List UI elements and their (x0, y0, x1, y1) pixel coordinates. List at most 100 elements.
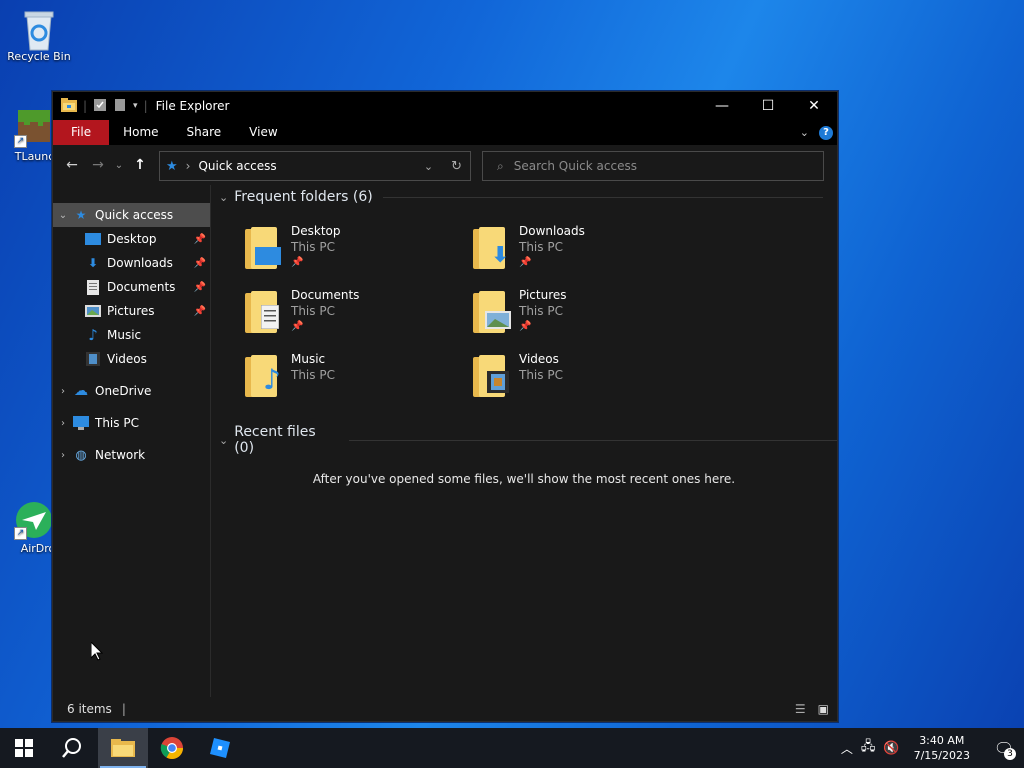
details-view-icon[interactable]: ☰ (795, 702, 806, 716)
close-button[interactable]: ✕ (791, 92, 837, 120)
nav-item-label: This PC (95, 416, 139, 430)
address-dropdown-icon[interactable]: ⌄ (424, 160, 433, 173)
nav-item-desktop[interactable]: Desktop 📌 (53, 227, 210, 251)
nav-item-onedrive[interactable]: › ☁ OneDrive (53, 379, 210, 403)
taskbar: ︿ 🖧 🔇 3:40 AM 7/15/2023 🗨 3 (0, 728, 1024, 768)
folder-tile-music[interactable]: ♪ Music This PC (211, 349, 439, 409)
network-icon[interactable]: 🖧 (861, 737, 876, 759)
tab-home[interactable]: Home (109, 120, 172, 145)
volume-muted-icon[interactable]: 🔇 (883, 741, 899, 756)
documents-folder-icon (245, 291, 285, 335)
taskbar-roblox-studio[interactable] (196, 728, 244, 768)
search-icon (62, 738, 81, 758)
folder-tile-pictures[interactable]: Pictures This PC 📌 (439, 285, 667, 345)
tab-view[interactable]: View (235, 120, 291, 145)
this-pc-monitor-icon (73, 415, 89, 431)
search-input[interactable]: Search Quick access (514, 159, 637, 173)
nav-item-documents[interactable]: Documents 📌 (53, 275, 210, 299)
mouse-cursor-icon (91, 642, 103, 661)
nav-item-videos[interactable]: Videos (53, 347, 210, 371)
quick-access-star-icon: ★ (166, 158, 178, 174)
chevron-right-icon[interactable]: › (53, 418, 73, 429)
recent-files-empty-message: After you've opened some files, we'll sh… (312, 472, 736, 486)
folder-tile-documents[interactable]: Documents This PC 📌 (211, 285, 439, 345)
up-button[interactable]: ↑ (127, 153, 153, 177)
folder-location: This PC (291, 304, 335, 318)
pin-icon[interactable]: 📌 (194, 234, 206, 245)
search-button[interactable] (48, 728, 96, 768)
taskbar-file-explorer[interactable] (98, 728, 148, 768)
pin-icon: 📌 (291, 257, 304, 268)
minimize-button[interactable]: — (699, 92, 745, 120)
recent-files-header[interactable]: ⌄ Recent files (0) (219, 424, 837, 456)
recent-locations-button[interactable]: ⌄ (111, 153, 127, 177)
folder-tile-desktop[interactable]: Desktop This PC 📌 (211, 221, 439, 281)
chevron-down-icon: ⌄ (219, 433, 229, 447)
system-tray: ︿ 🖧 🔇 3:40 AM 7/15/2023 🗨 3 (841, 728, 1024, 768)
tab-share[interactable]: Share (173, 120, 236, 145)
quick-access-star-icon: ★ (75, 208, 87, 222)
large-icons-view-icon[interactable]: ▣ (818, 702, 829, 716)
windows-logo-icon (15, 739, 33, 757)
address-bar[interactable]: ★ › Quick access ⌄ ↻ (159, 151, 471, 181)
nav-item-label: Quick access (95, 208, 174, 222)
taskbar-chrome[interactable] (148, 728, 196, 768)
folder-location: This PC (519, 304, 563, 318)
expand-ribbon-icon[interactable]: ⌄ (800, 126, 809, 139)
chevron-right-icon[interactable]: › (53, 386, 73, 397)
folder-name: Downloads (519, 224, 585, 238)
nav-item-quick-access[interactable]: ⌄ ★ Quick access (53, 203, 210, 227)
roblox-studio-icon (210, 738, 230, 758)
nav-item-music[interactable]: ♪ Music (53, 323, 210, 347)
clock[interactable]: 3:40 AM 7/15/2023 (908, 733, 976, 763)
desktop-folder-icon (85, 231, 101, 247)
search-box[interactable]: ⌕ Search Quick access (482, 151, 824, 181)
music-folder-icon: ♪ (245, 355, 285, 399)
desktop-icon-recycle-bin[interactable]: Recycle Bin (2, 8, 76, 63)
maximize-button[interactable]: ☐ (745, 92, 791, 120)
nav-item-downloads[interactable]: ⬇ Downloads 📌 (53, 251, 210, 275)
videos-folder-icon (473, 355, 513, 399)
file-explorer-window[interactable]: | ▾ | File Explorer — ☐ ✕ File Home Shar… (52, 91, 838, 722)
folder-tile-videos[interactable]: Videos This PC (439, 349, 667, 409)
start-button[interactable] (0, 728, 48, 768)
pin-icon: 📌 (291, 321, 304, 332)
pin-icon[interactable]: 📌 (194, 258, 206, 269)
folder-location: This PC (519, 240, 563, 254)
action-center-button[interactable]: 🗨 3 (984, 728, 1024, 768)
tab-file[interactable]: File (53, 120, 110, 145)
new-folder-icon[interactable] (113, 98, 127, 115)
folder-tile-downloads[interactable]: ⬇ Downloads This PC 📌 (439, 221, 667, 281)
pin-icon[interactable]: 📌 (194, 282, 206, 293)
frequent-folders-header[interactable]: ⌄ Frequent folders (6) (219, 189, 823, 205)
title-bar[interactable]: | ▾ | File Explorer — ☐ ✕ (53, 92, 837, 120)
nav-item-pictures[interactable]: Pictures 📌 (53, 299, 210, 323)
onedrive-cloud-icon: ☁ (74, 383, 88, 399)
folder-name: Pictures (519, 288, 567, 302)
forward-button[interactable]: → (85, 153, 111, 177)
airdroid-icon: ↗ (14, 500, 54, 540)
network-globe-icon: ◍ (75, 447, 87, 463)
downloads-folder-icon: ⬇ (473, 227, 513, 271)
chrome-icon (160, 737, 183, 759)
pin-icon[interactable]: 📌 (194, 306, 206, 317)
pin-icon: 📌 (519, 257, 532, 268)
help-icon[interactable]: ? (819, 125, 833, 140)
nav-item-network[interactable]: › ◍ Network (53, 443, 210, 467)
chevron-right-icon[interactable]: › (53, 450, 73, 461)
clock-date: 7/15/2023 (913, 749, 970, 762)
minecraft-grass-block-icon: ↗ (14, 108, 54, 148)
customize-toolbar-icon[interactable]: ▾ (133, 101, 138, 111)
music-note-icon: ♪ (88, 326, 98, 344)
properties-icon[interactable] (93, 98, 107, 115)
nav-item-this-pc[interactable]: › This PC (53, 411, 210, 435)
address-path[interactable]: Quick access (198, 159, 276, 173)
quick-access-toolbar: | ▾ | (53, 97, 148, 115)
navigation-bar: ← → ⌄ ↑ ★ › Quick access ⌄ ↻ ⌕ Search Qu… (53, 145, 837, 185)
back-button[interactable]: ← (59, 153, 85, 177)
chevron-down-icon[interactable]: ⌄ (53, 210, 73, 221)
refresh-icon[interactable]: ↻ (451, 159, 462, 174)
folder-name: Videos (519, 352, 559, 366)
show-hidden-icons-chevron-icon[interactable]: ︿ (841, 740, 853, 757)
chevron-down-icon: ⌄ (219, 190, 229, 204)
